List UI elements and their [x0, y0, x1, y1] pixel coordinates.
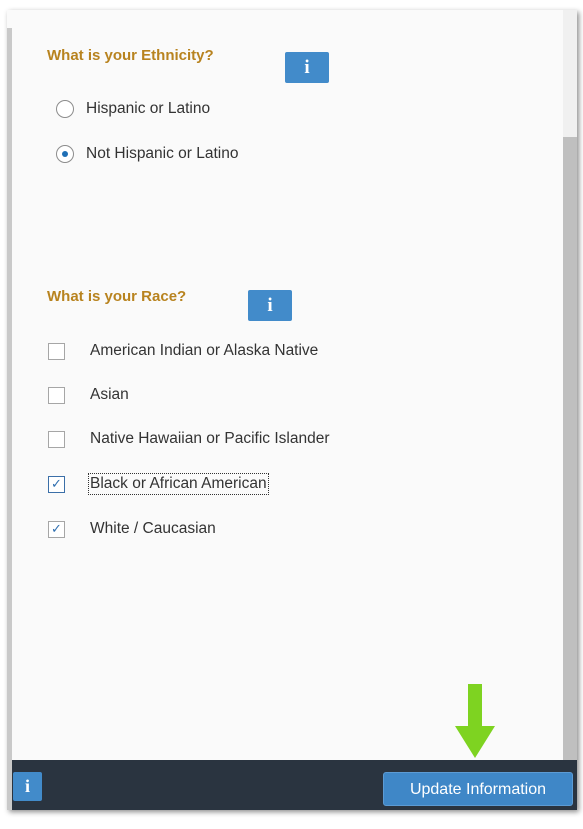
info-icon: i: [24, 776, 30, 796]
race-info-button[interactable]: i: [248, 290, 292, 321]
info-icon: i: [267, 295, 273, 316]
checkbox-american-indian[interactable]: American Indian or Alaska Native: [48, 342, 318, 360]
checkbox[interactable]: [48, 386, 65, 404]
checkbox-checked[interactable]: ✓: [48, 520, 65, 538]
checkbox-label: White / Caucasian: [90, 520, 216, 537]
checkbox-black[interactable]: ✓ Black or African American: [48, 473, 269, 495]
info-icon: i: [304, 57, 310, 78]
checkbox[interactable]: [48, 430, 65, 448]
checkbox-label: Black or African American: [88, 473, 269, 495]
checkbox-label: Asian: [90, 386, 129, 403]
checkbox-label: Native Hawaiian or Pacific Islander: [90, 430, 330, 447]
radio-label: Not Hispanic or Latino: [86, 145, 239, 162]
checkbox-white[interactable]: ✓ White / Caucasian: [48, 520, 216, 538]
race-heading: What is your Race?: [47, 288, 187, 305]
radio-hispanic[interactable]: Hispanic or Latino: [56, 100, 210, 118]
radio-button[interactable]: [56, 100, 74, 118]
checkbox-native-hawaiian[interactable]: Native Hawaiian or Pacific Islander: [48, 430, 330, 448]
radio-label: Hispanic or Latino: [86, 100, 211, 117]
radio-button-selected[interactable]: [56, 145, 74, 163]
checkbox[interactable]: [48, 342, 65, 360]
checkbox-label: American Indian or Alaska Native: [90, 342, 319, 359]
down-arrow-icon: [455, 684, 495, 758]
form-content: [12, 10, 563, 760]
update-information-button[interactable]: Update Information: [383, 772, 573, 806]
scrollbar-thumb[interactable]: [563, 137, 577, 760]
checkbox-checked[interactable]: ✓: [48, 475, 65, 493]
checkmark-icon: ✓: [51, 520, 62, 536]
checkmark-icon: ✓: [51, 475, 62, 491]
ethnicity-heading: What is your Ethnicity?: [47, 47, 214, 64]
checkbox-asian[interactable]: Asian: [48, 386, 129, 404]
footer-info-button[interactable]: i: [13, 772, 42, 801]
radio-not-hispanic[interactable]: Not Hispanic or Latino: [56, 145, 239, 163]
ethnicity-info-button[interactable]: i: [285, 52, 329, 83]
